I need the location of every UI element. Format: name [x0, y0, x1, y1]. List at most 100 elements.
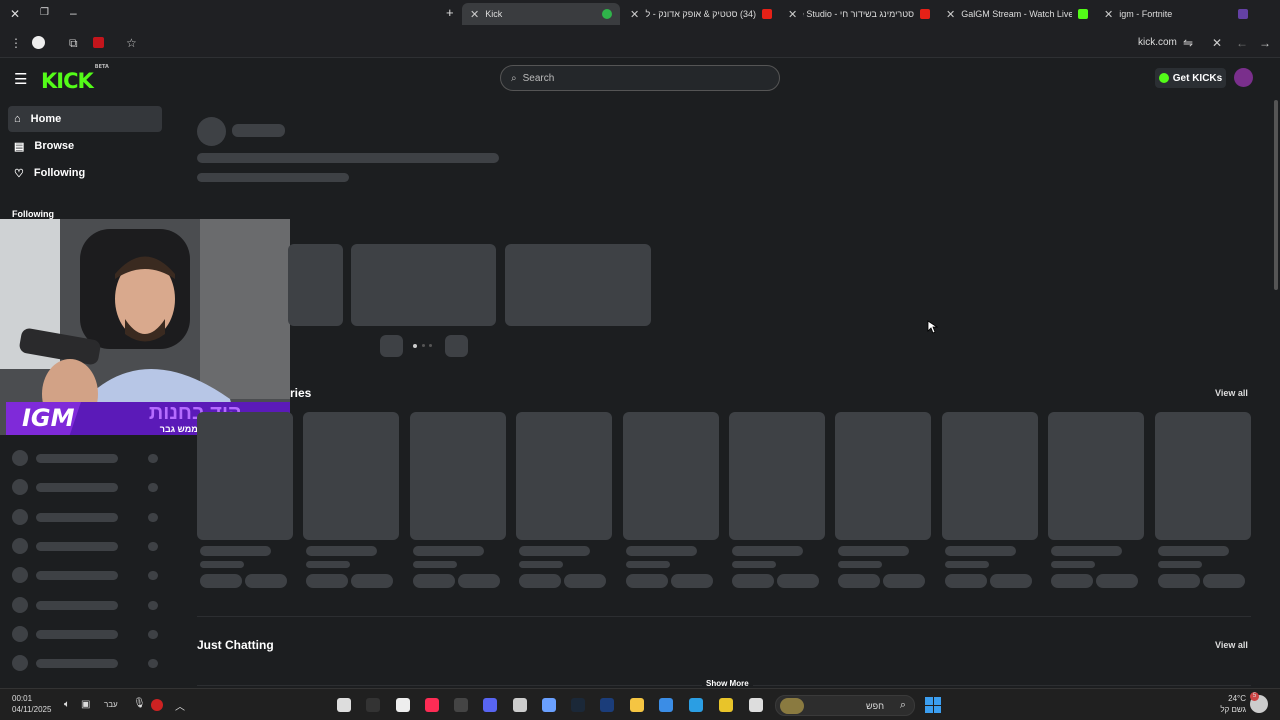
youtube-icon	[762, 9, 772, 19]
carousel-next-button[interactable]	[445, 335, 468, 357]
main-content: ries View all Just Chatting View all Sho…	[170, 98, 1280, 688]
clock-time[interactable]: 00:01	[12, 694, 32, 703]
sidebar-item-label: Browse	[34, 140, 75, 152]
mic-icon[interactable]: 🎙︎	[133, 698, 146, 709]
back-icon[interactable]: ←	[1236, 36, 1248, 50]
skeleton-tag	[838, 574, 881, 588]
close-icon[interactable]: ✕	[1104, 8, 1113, 21]
skeleton-line	[519, 561, 564, 568]
weather-desc[interactable]: גשם קל	[1218, 705, 1246, 714]
address-bar: ⋮ ⧉ ☆ kick.com ⇋ ✕ ← →	[0, 28, 1280, 58]
skeleton-line	[1051, 561, 1096, 568]
skeleton-line	[36, 659, 118, 669]
obs-icon[interactable]	[454, 698, 468, 712]
sidebar-item-following[interactable]: ♡ Following	[8, 160, 162, 186]
tab-youtube-2[interactable]: ✕ סטרימינג בשידור חי - be Studio	[780, 3, 938, 25]
profile-icon[interactable]	[32, 36, 45, 49]
carousel-prev-button[interactable]	[380, 335, 403, 357]
chrome-icon[interactable]	[719, 698, 733, 712]
bookmark-star-icon[interactable]: ☆	[126, 36, 137, 50]
extensions-icon[interactable]: ⧉	[69, 36, 78, 51]
show-more-button[interactable]: Show More	[702, 679, 753, 688]
carousel-dot[interactable]	[422, 344, 425, 347]
new-tab-icon[interactable]: +	[446, 5, 454, 20]
taskbar-search[interactable]: חפש ⌕	[775, 695, 915, 716]
close-icon[interactable]: ✕	[946, 8, 955, 21]
skeleton-tag	[245, 574, 287, 588]
close-window-icon[interactable]: ✕	[10, 7, 20, 21]
discord-icon[interactable]	[483, 698, 497, 712]
extension-icon[interactable]	[93, 37, 104, 48]
sidebar-item-home[interactable]: ⌂ Home	[8, 106, 162, 132]
skeleton-tag	[625, 574, 668, 588]
tab-igm[interactable]: ✕ igm - Fortnite	[1096, 3, 1256, 25]
view-all-link-2[interactable]: View all	[1215, 640, 1248, 650]
notification-badge: 5	[1250, 692, 1259, 701]
divider	[197, 616, 1251, 617]
overwolf-icon[interactable]	[396, 698, 410, 712]
skeleton-line	[944, 561, 989, 568]
minimize-window-icon[interactable]: –	[70, 6, 77, 20]
close-icon[interactable]: ✕	[788, 8, 797, 21]
volume-icon[interactable]: 🔈︎	[64, 699, 70, 710]
steam-icon[interactable]	[571, 698, 585, 712]
kicks-coin-icon	[1158, 73, 1169, 83]
skeleton-thumbnail	[409, 412, 506, 540]
language-indicator[interactable]: עבר	[104, 700, 118, 709]
unreal-icon[interactable]	[337, 698, 351, 712]
notepad-icon[interactable]	[749, 698, 763, 712]
site-settings-icon[interactable]: ⇋	[1183, 36, 1193, 50]
get-kicks-button[interactable]: Get KICKs	[1155, 68, 1226, 88]
search-highlight-icon	[780, 698, 804, 714]
settings-icon[interactable]	[513, 698, 527, 712]
photoshop-icon[interactable]	[600, 698, 614, 712]
edge-icon[interactable]	[689, 698, 703, 712]
menu-dots-icon[interactable]: ⋮	[10, 36, 22, 50]
clock-date[interactable]: 04/11/2025	[12, 705, 51, 714]
kick-logo[interactable]: KICKBETA	[41, 64, 109, 93]
section-title-categories: ries	[290, 386, 312, 400]
store-icon[interactable]	[659, 698, 673, 712]
skeleton-line	[412, 561, 457, 568]
tiktok-icon[interactable]	[425, 698, 439, 712]
tab-title: (34) סטטיק & אופק אדונק - לייב	[645, 9, 756, 19]
skeleton-tag	[351, 574, 394, 588]
tab-youtube-1[interactable]: ✕ (34) סטטיק & אופק אדונק - לייב	[622, 3, 780, 25]
skeleton-line	[306, 561, 351, 568]
tab-title: Kick	[485, 9, 503, 19]
stop-icon[interactable]: ✕	[1212, 36, 1222, 50]
skeleton-carousel-card	[351, 244, 496, 326]
tab-kick[interactable]: ✕ Kick	[462, 3, 620, 25]
tab-galgm[interactable]: ✕ GalGM Stream - Watch Live on	[938, 3, 1096, 25]
skeleton-avatar	[12, 567, 28, 584]
skeleton-thumbnail	[1048, 412, 1145, 540]
search-icon: ⌕	[511, 72, 517, 84]
app-icon[interactable]	[542, 698, 556, 712]
search-input[interactable]: ⌕ Search	[500, 65, 780, 91]
close-icon[interactable]: ✕	[470, 8, 479, 21]
windows-start-icon[interactable]	[925, 697, 941, 713]
view-all-link[interactable]: View all	[1215, 388, 1248, 398]
skeleton-thumbnail	[516, 412, 613, 540]
avatar[interactable]	[1234, 68, 1253, 87]
sidebar-item-browse[interactable]: ▤ Browse	[8, 133, 162, 159]
skeleton-tag	[1157, 574, 1200, 588]
chevron-up-icon[interactable]: ︿	[175, 698, 185, 713]
tray-app-icon[interactable]	[151, 699, 163, 711]
carousel-dot[interactable]	[429, 344, 432, 347]
scrollbar[interactable]	[1274, 100, 1278, 290]
restore-window-icon[interactable]: ❐	[40, 7, 49, 18]
close-icon[interactable]: ✕	[630, 8, 639, 21]
file-explorer-icon[interactable]	[630, 698, 644, 712]
carousel-dot[interactable]	[413, 344, 417, 348]
skeleton-tag	[777, 574, 819, 588]
skeleton-avatar	[12, 508, 28, 525]
skeleton-thumbnail	[729, 412, 825, 540]
network-icon[interactable]: ▣	[81, 699, 90, 710]
url-text[interactable]: kick.com	[1138, 37, 1177, 48]
epic-games-icon[interactable]	[366, 698, 380, 712]
twitch-icon	[1238, 9, 1248, 19]
weather-temp[interactable]: 24°C	[1222, 694, 1246, 703]
forward-icon[interactable]: →	[1259, 36, 1271, 50]
hamburger-menu-icon[interactable]: ☰	[14, 70, 27, 88]
